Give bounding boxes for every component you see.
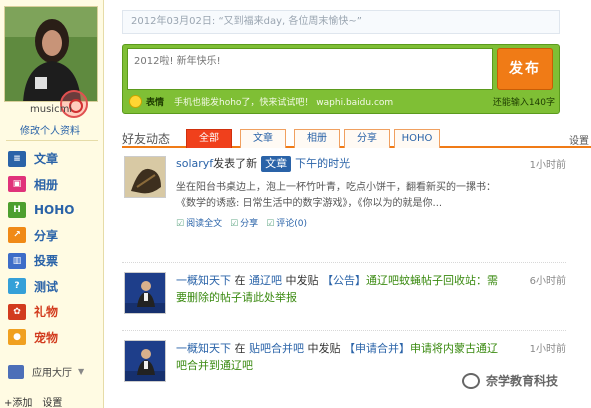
feed-action: 发表了新 bbox=[213, 157, 258, 170]
status-composer: 发布 表情 手机也能发hoho了，快来试试吧！ waphi.baidu.com … bbox=[122, 44, 560, 114]
mobile-promo-link[interactable]: 手机也能发hoho了，快来试试吧！ waphi.baidu.com bbox=[174, 95, 393, 108]
sidebar-nav: ≡ 文章 ▣ 相册 H HOHO ↗ 分享 ▥ 投票 ? 测试 ✿ 礼物 ● 宠 bbox=[8, 146, 100, 350]
feed-tabs: 好友动态 全部 文章 相册 分享 HOHO 设置 bbox=[122, 128, 591, 148]
sidebar-item-gift[interactable]: ✿ 礼物 bbox=[8, 299, 100, 325]
item-headline: 一概知天下 在 通辽吧 中发贴 【公告】通辽吧蚊蝇帖子回收站：需要删除的帖子请此… bbox=[176, 272, 506, 306]
tab-hoho[interactable]: HOHO bbox=[394, 129, 440, 148]
item-body: 一概知天下 在 贴吧合并吧 中发贴 【申请合并】申请将内蒙古通辽吧合并到通辽吧 bbox=[176, 340, 506, 374]
item-body: solaryf发表了新 文章 下午的时光 坐在阳台书桌边上，泡上一杯竹叶青，吃点小饼… bbox=[176, 156, 506, 229]
sidebar-item-label: 分享 bbox=[34, 228, 59, 243]
app-hall-icon bbox=[8, 364, 24, 379]
item-headline: 一概知天下 在 贴吧合并吧 中发贴 【申请合并】申请将内蒙古通辽吧合并到通辽吧 bbox=[176, 340, 506, 374]
sidebar-footer: +添加 设置 bbox=[4, 394, 62, 408]
item-thumbnail[interactable] bbox=[124, 272, 166, 314]
vote-icon: ▥ bbox=[8, 252, 26, 269]
feed-action: 中发贴 bbox=[307, 342, 341, 355]
post-tag[interactable]: 【公告】 bbox=[322, 274, 366, 287]
hoho-icon: H bbox=[8, 201, 26, 218]
wechat-icon bbox=[462, 372, 480, 389]
char-counter: 还能输入140字 bbox=[492, 98, 555, 108]
sidebar-item-share[interactable]: ↗ 分享 bbox=[8, 223, 100, 249]
gift-icon: ✿ bbox=[8, 303, 26, 320]
item-time: 1小时前 bbox=[529, 344, 566, 355]
sidebar-settings-link[interactable]: 设置 bbox=[42, 394, 62, 408]
article-excerpt: 坐在阳台书桌边上，泡上一杯竹叶青，吃点小饼干，翻看新买的一摞书：《数学的诱惑: … bbox=[176, 182, 496, 209]
feed-action: 中发贴 bbox=[285, 274, 319, 287]
read-full-link[interactable]: 阅读全文 bbox=[176, 216, 222, 229]
pet-icon: ● bbox=[8, 329, 26, 346]
tab-article[interactable]: 文章 bbox=[240, 129, 286, 148]
avatar[interactable] bbox=[4, 6, 98, 102]
article-title-link[interactable]: 下午的时光 bbox=[295, 157, 350, 170]
post-tag[interactable]: 【申请合并】 bbox=[344, 342, 410, 355]
divider bbox=[122, 330, 566, 331]
comment-link[interactable]: 评论(0) bbox=[266, 216, 307, 229]
sidebar-item-label: HOHO bbox=[34, 202, 75, 217]
item-body: 一概知天下 在 通辽吧 中发贴 【公告】通辽吧蚊蝇帖子回收站：需要删除的帖子请此… bbox=[176, 272, 506, 306]
sidebar-item-article[interactable]: ≡ 文章 bbox=[8, 146, 100, 172]
item-actions: 阅读全文 分享 评论(0) bbox=[176, 216, 506, 229]
publish-button[interactable]: 发布 bbox=[497, 48, 553, 90]
content-type-badge[interactable]: 文章 bbox=[261, 156, 292, 172]
test-icon: ? bbox=[8, 278, 26, 295]
main-content: 2012年03月02日: “又到福来day, 各位周末愉快~” 发布 表情 手机… bbox=[122, 0, 591, 408]
sidebar-item-label: 宠物 bbox=[34, 330, 59, 345]
sidebar-item-label: 投票 bbox=[34, 254, 59, 269]
watermark-text: 奈学教育科技 bbox=[486, 374, 559, 388]
share-icon: ↗ bbox=[8, 227, 26, 244]
sidebar-item-label: 相册 bbox=[34, 177, 59, 192]
sidebar-item-vote[interactable]: ▥ 投票 bbox=[8, 248, 100, 274]
tab-all[interactable]: 全部 bbox=[186, 129, 232, 148]
feed-preposition: 在 bbox=[234, 342, 246, 355]
forum-link[interactable]: 贴吧合并吧 bbox=[249, 342, 304, 355]
chevron-down-icon: ▼ bbox=[78, 367, 85, 376]
sidebar-item-test[interactable]: ? 测试 bbox=[8, 274, 100, 300]
app-hall-menu[interactable]: 应用大厅 ▼ bbox=[8, 364, 98, 379]
sidebar-item-label: 文章 bbox=[34, 152, 59, 167]
feed-heading: 好友动态 bbox=[122, 132, 171, 146]
item-headline: solaryf发表了新 文章 下午的时光 bbox=[176, 156, 506, 172]
feed-user-link[interactable]: 一概知天下 bbox=[176, 342, 231, 355]
tab-share[interactable]: 分享 bbox=[344, 129, 390, 148]
emoji-button[interactable]: 表情 bbox=[146, 95, 164, 108]
sidebar: musicmi 修改个人资料 ≡ 文章 ▣ 相册 H HOHO ↗ 分享 ▥ 投… bbox=[0, 0, 104, 408]
feed-user-link[interactable]: 一概知天下 bbox=[176, 274, 231, 287]
divider bbox=[6, 140, 98, 141]
sidebar-item-label: 礼物 bbox=[34, 305, 59, 320]
item-thumbnail[interactable] bbox=[124, 156, 166, 198]
share-link[interactable]: 分享 bbox=[230, 216, 258, 229]
sidebar-item-album[interactable]: ▣ 相册 bbox=[8, 172, 100, 198]
divider bbox=[122, 262, 566, 263]
album-icon: ▣ bbox=[8, 176, 26, 193]
sidebar-item-label: 测试 bbox=[34, 279, 59, 294]
sidebar-item-hoho[interactable]: H HOHO bbox=[8, 197, 100, 223]
feed-preposition: 在 bbox=[234, 274, 246, 287]
sidebar-item-pet[interactable]: ● 宠物 bbox=[8, 325, 100, 351]
item-thumbnail[interactable] bbox=[124, 340, 166, 382]
watermark: 奈学教育科技 bbox=[462, 372, 558, 389]
article-icon: ≡ bbox=[8, 150, 26, 167]
feed-user-link[interactable]: solaryf bbox=[176, 157, 213, 170]
forum-link[interactable]: 通辽吧 bbox=[249, 274, 282, 287]
edit-profile-link[interactable]: 修改个人资料 bbox=[20, 122, 80, 137]
previous-status: 2012年03月02日: “又到福来day, 各位周末愉快~” bbox=[122, 10, 560, 34]
status-input[interactable] bbox=[127, 48, 493, 90]
app-hall-label: 应用大厅 bbox=[32, 368, 72, 379]
add-app-link[interactable]: +添加 bbox=[4, 394, 32, 408]
smiley-icon[interactable] bbox=[129, 95, 142, 108]
feed-item: solaryf发表了新 文章 下午的时光 坐在阳台书桌边上，泡上一杯竹叶青，吃点小饼… bbox=[122, 156, 566, 256]
feed-item: 一概知天下 在 通辽吧 中发贴 【公告】通辽吧蚊蝇帖子回收站：需要删除的帖子请此… bbox=[122, 272, 566, 322]
item-time: 6小时前 bbox=[529, 276, 566, 287]
feed-settings-link[interactable]: 设置 bbox=[569, 132, 589, 147]
item-time: 1小时前 bbox=[529, 160, 566, 171]
tab-album[interactable]: 相册 bbox=[294, 129, 340, 148]
composer-toolbar: 表情 手机也能发hoho了，快来试试吧！ waphi.baidu.com 还能输… bbox=[129, 95, 555, 108]
username: musicmi bbox=[30, 104, 73, 115]
